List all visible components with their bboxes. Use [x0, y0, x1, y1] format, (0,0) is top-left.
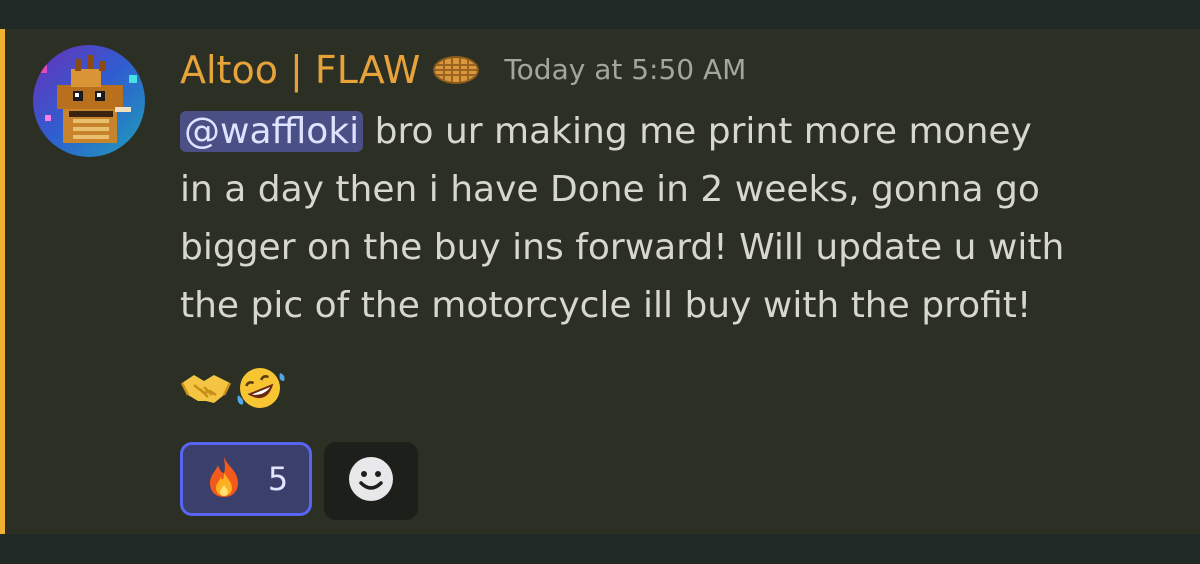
message-header: Altoo | FLAW Today at 5:50 AM: [180, 45, 746, 95]
message-text: bigger on the buy ins forward! Will upda…: [180, 227, 1065, 268]
author-name[interactable]: Altoo | FLAW: [180, 45, 420, 95]
highlight-bar: [0, 29, 5, 534]
message-text: in a day then i have Done in 2 weeks, go…: [180, 169, 1040, 210]
user-mention[interactable]: @waffloki: [180, 111, 364, 152]
fire-emoji: [204, 455, 244, 503]
avatar-image: [33, 45, 145, 157]
message-text: the pic of the motorcycle ill buy with t…: [180, 285, 1032, 326]
waffle-icon: [432, 54, 480, 86]
reaction-count: 5: [267, 460, 289, 498]
rofl-emoji: [234, 365, 286, 411]
reaction-fire[interactable]: 5: [180, 442, 312, 516]
reactions-bar: 5: [180, 442, 418, 520]
handshake-emoji: [180, 365, 232, 411]
message-text: bro ur making me print more money: [363, 111, 1032, 152]
avatar[interactable]: [33, 45, 145, 157]
message-timestamp[interactable]: Today at 5:50 AM: [504, 45, 746, 95]
message-line-1: @waffloki bro ur making me print more mo…: [180, 103, 1170, 161]
chat-frame: Altoo | FLAW Today at 5:50 AM @waffloki …: [0, 0, 1200, 564]
chat-message: Altoo | FLAW Today at 5:50 AM @waffloki …: [0, 29, 1200, 534]
emoji-line: [180, 363, 286, 413]
message-content: @waffloki bro ur making me print more mo…: [180, 103, 1170, 335]
smiley-add-reaction-icon: [347, 455, 395, 507]
add-reaction-button[interactable]: [324, 442, 418, 520]
